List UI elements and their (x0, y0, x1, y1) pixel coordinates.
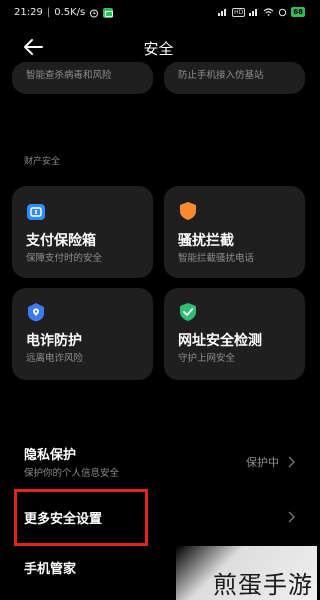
row-title: 隐私保护 (24, 448, 77, 463)
status-bar: 21:29 | 0.5K/s HD 68 (0, 0, 317, 28)
status-separator: | (46, 7, 51, 18)
wechat-notification-icon (103, 7, 114, 18)
hd-badge: HD (232, 7, 246, 17)
virus-scan-card[interactable]: 智能查杀病毒和风险 (12, 62, 153, 94)
url-security-card[interactable]: 网址安全检测 守护上网安全 (164, 288, 305, 380)
row-subtitle: 保护你的个人信息安全 (24, 468, 120, 479)
row-status: 保护中 (246, 456, 279, 469)
shield-icon (180, 202, 196, 220)
watermark-logo: 煎蛋手游 (213, 571, 313, 599)
card-subtitle: 智能拦截骚扰电话 (178, 253, 255, 264)
section-label: 财产安全 (24, 157, 61, 167)
network-speed: 0.5K/s (54, 7, 86, 18)
status-time: 21:29 (14, 7, 43, 18)
page-title: 安全 (143, 40, 174, 58)
card-subtitle: 远离电诈风险 (26, 353, 84, 364)
card-subtitle: 保障支付时的安全 (26, 253, 103, 264)
anti-fraud-card[interactable]: 电诈防护 远离电诈风险 (12, 288, 153, 380)
row-title: 手机管家 (24, 562, 77, 577)
phone-shield-icon (28, 303, 44, 322)
card-subtitle: 防止手机接入仿基站 (178, 70, 264, 81)
card-subtitle: 智能查杀病毒和风险 (26, 70, 112, 81)
safe-box-icon (27, 204, 45, 220)
harassment-block-card[interactable]: 骚扰拦截 智能拦截骚扰电话 (164, 186, 305, 278)
fake-base-station-card[interactable]: 防止手机接入仿基站 (164, 62, 305, 94)
card-title: 骚扰拦截 (178, 233, 234, 249)
battery-indicator: 68 (291, 7, 305, 17)
header: 安全 (0, 30, 317, 64)
alarm-icon (90, 9, 99, 17)
chevron-right-icon (288, 456, 295, 468)
card-title: 支付保险箱 (26, 233, 96, 249)
status-left: 21:29 | 0.5K/s (14, 7, 114, 18)
card-title: 电诈防护 (26, 333, 82, 349)
signal-2-icon (249, 9, 258, 16)
wifi-icon (263, 8, 274, 16)
check-shield-icon (180, 303, 196, 321)
payment-safe-card[interactable]: 支付保险箱 保障支付时的安全 (12, 186, 153, 278)
vibrate-icon (279, 8, 287, 16)
status-right: HD 68 (218, 7, 305, 17)
signal-icon (218, 9, 227, 16)
privacy-protection-row[interactable]: 隐私保护 保护你的个人信息安全 保护中 (0, 436, 317, 484)
card-subtitle: 守护上网安全 (178, 353, 236, 364)
highlight-annotation-box (14, 489, 148, 546)
card-title: 网址安全检测 (178, 333, 262, 349)
chevron-right-icon (288, 511, 295, 523)
